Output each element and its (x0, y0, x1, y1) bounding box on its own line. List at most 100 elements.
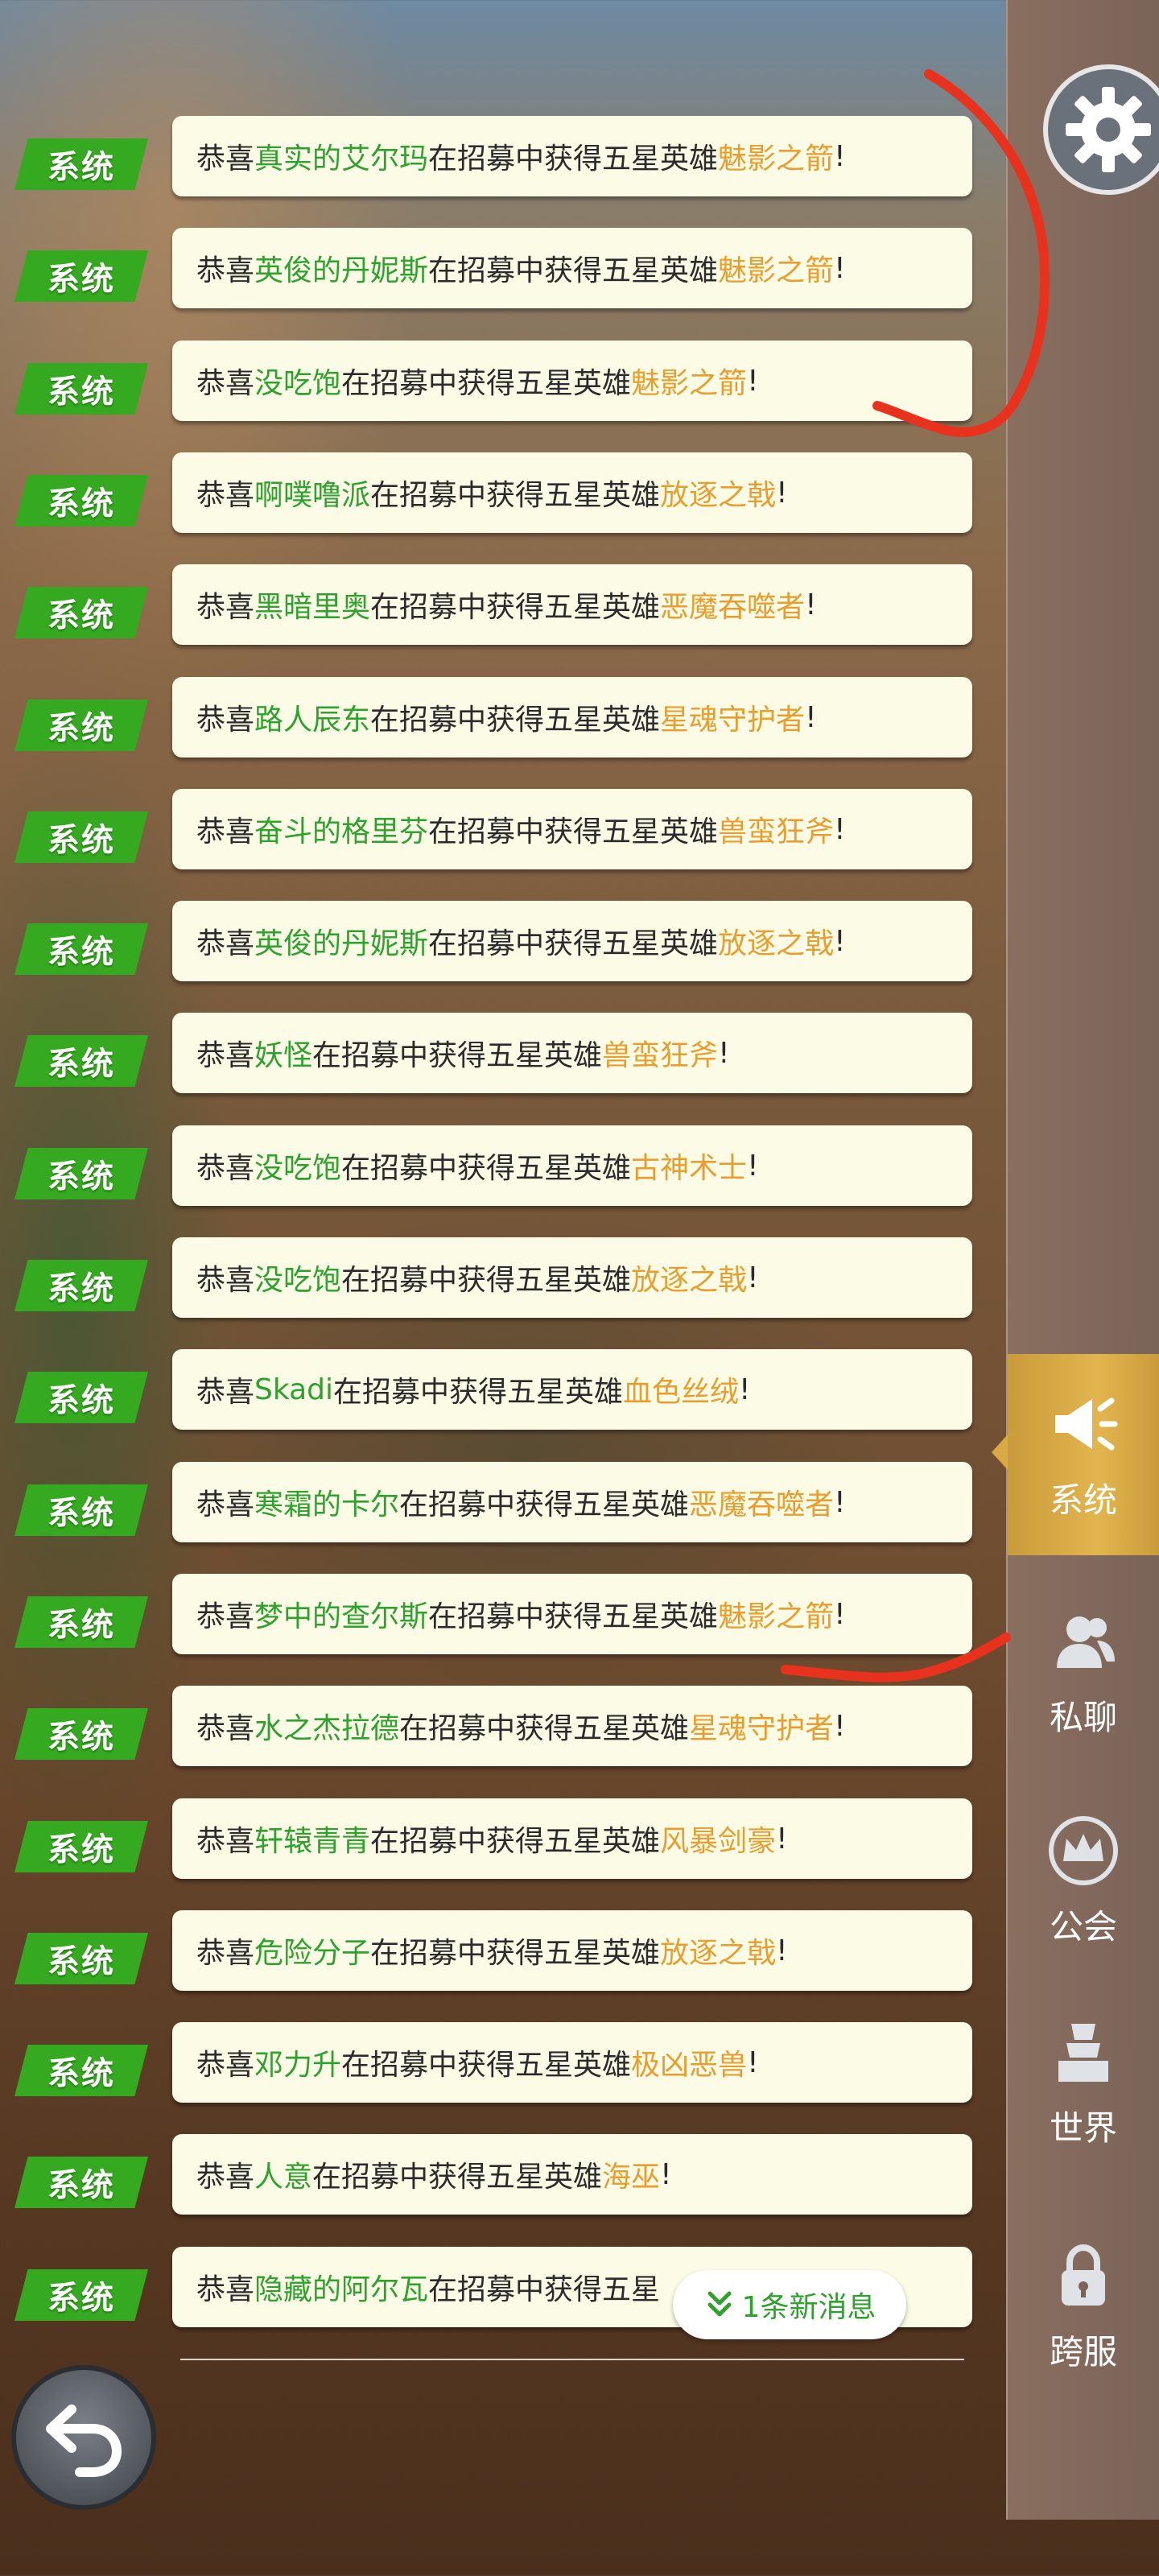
system-tag: 系统 (14, 2269, 148, 2321)
message-text: 在招募中获得五星英雄 (341, 2049, 632, 2082)
message-text: 在招募中获得五星英雄 (312, 2161, 603, 2194)
message-bubble: 恭喜 邓力升 在招募中获得五星英雄 极凶恶兽! (172, 2022, 972, 2103)
chat-message-row: 系统 恭喜 邓力升 在招募中获得五星英雄 极凶恶兽! (0, 2017, 998, 2106)
message-suffix: ! (805, 700, 817, 734)
message-text: 在招募中获得五星英雄 (341, 367, 632, 400)
hero-name-link[interactable]: 星魂守护者 (660, 696, 805, 738)
tab-guild[interactable]: 公会 (1008, 1781, 1159, 1982)
player-name-link[interactable]: 英俊的丹妮斯 (254, 920, 428, 962)
player-name-link[interactable]: 啊噗噜派 (254, 472, 370, 514)
system-tag: 系统 (14, 923, 148, 975)
message-bubble: 恭喜 妖怪 在招募中获得五星英雄 兽蛮狂斧! (172, 1013, 972, 1093)
hero-name-link[interactable]: 魅影之箭 (718, 247, 834, 289)
hero-name-link[interactable]: 恶魔吞噬者 (660, 584, 805, 625)
chat-message-row: 系统 恭喜 奋斗的格里芬 在招募中获得五星英雄 兽蛮狂斧! (0, 784, 998, 873)
tab-world[interactable]: 世界 (1008, 1982, 1159, 2183)
message-prefix: 恭喜 (196, 1825, 255, 1858)
player-name-link[interactable]: 奋斗的格里芬 (254, 808, 428, 850)
message-prefix: 恭喜 (196, 1264, 255, 1297)
tab-cross-server[interactable]: 跨服 (1008, 2206, 1159, 2407)
tab-private-chat-label: 私聊 (1049, 1697, 1117, 1737)
message-prefix: 恭喜 (196, 367, 255, 400)
message-bubble: 恭喜 英俊的丹妮斯 在招募中获得五星英雄 魅影之箭! (172, 228, 972, 308)
player-name-link[interactable]: 危险分子 (254, 1930, 370, 1971)
message-suffix: ! (739, 1373, 751, 1406)
message-bubble: 恭喜 Skadi 在招募中获得五星英雄 血色丝绒! (172, 1349, 972, 1430)
chat-message-row: 系统 恭喜 啊噗噜派 在招募中获得五星英雄 放逐之戟! (0, 448, 998, 536)
message-suffix: ! (776, 1822, 788, 1856)
message-prefix: 恭喜 (196, 704, 255, 737)
chat-message-row: 系统 恭喜 没吃饱 在招募中获得五星英雄 古神术士! (0, 1121, 998, 1209)
hero-name-link[interactable]: 魅影之箭 (718, 135, 834, 177)
hero-name-link[interactable]: 古神术士 (631, 1145, 747, 1187)
tab-guild-label: 公会 (1049, 1906, 1117, 1946)
system-tag: 系统 (14, 475, 148, 526)
system-tag: 系统 (14, 1708, 148, 1760)
system-tag: 系统 (14, 700, 148, 751)
player-name-link[interactable]: 水之杰拉德 (254, 1705, 399, 1747)
message-bubble: 恭喜 人意 在招募中获得五星英雄 海巫! (172, 2134, 972, 2215)
system-tag: 系统 (14, 2045, 148, 2096)
chat-message-row: 系统 恭喜 英俊的丹妮斯 在招募中获得五星英雄 魅影之箭! (0, 223, 998, 312)
hero-name-link[interactable]: 血色丝绒 (623, 1368, 739, 1410)
message-bubble: 恭喜 啊噗噜派 在招募中获得五星英雄 放逐之戟! (172, 452, 972, 533)
message-text: 在招募中获得五星英雄 (428, 927, 719, 960)
back-button[interactable] (11, 2365, 156, 2510)
message-text: 在招募中获得五星英雄 (428, 254, 719, 287)
player-name-link[interactable]: 没吃饱 (254, 1257, 341, 1298)
message-prefix: 恭喜 (196, 142, 255, 175)
settings-button[interactable] (1041, 63, 1159, 196)
player-name-link[interactable]: Skadi (254, 1373, 333, 1406)
chat-message-row: 系统 恭喜 真实的艾尔玛 在招募中获得五星英雄 魅影之箭! (0, 111, 998, 200)
hero-name-link[interactable]: 海巫 (602, 2153, 660, 2195)
player-name-link[interactable]: 真实的艾尔玛 (254, 135, 428, 177)
hero-name-link[interactable]: 放逐之戟 (660, 1930, 776, 1971)
player-name-link[interactable]: 英俊的丹妮斯 (254, 247, 428, 289)
hero-name-link[interactable]: 魅影之箭 (631, 360, 747, 402)
message-suffix: ! (776, 1934, 788, 1967)
hero-name-link[interactable]: 极凶恶兽 (631, 2041, 747, 2083)
message-text: 在招募中获得五星英雄 (428, 815, 719, 848)
player-name-link[interactable]: 妖怪 (254, 1032, 312, 1074)
hero-name-link[interactable]: 兽蛮狂斧 (718, 808, 834, 850)
player-name-link[interactable]: 寒霜的卡尔 (254, 1481, 399, 1523)
hero-name-link[interactable]: 放逐之戟 (718, 920, 834, 962)
player-name-link[interactable]: 轩辕青青 (254, 1818, 370, 1860)
system-tag: 系统 (14, 587, 148, 638)
message-text: 在招募中获得五星英雄 (341, 1264, 632, 1297)
hero-name-link[interactable]: 放逐之戟 (631, 1257, 747, 1298)
message-prefix: 恭喜 (196, 1376, 255, 1409)
tab-system[interactable]: 系统 (992, 1354, 1159, 1555)
hero-name-link[interactable]: 魅影之箭 (718, 1593, 834, 1635)
player-name-link[interactable]: 路人辰东 (254, 696, 370, 738)
message-bubble: 恭喜 梦中的查尔斯 在招募中获得五星英雄 魅影之箭! (172, 1574, 972, 1654)
tab-private-chat[interactable]: 私聊 (1008, 1571, 1159, 1773)
new-message-button[interactable]: 1条新消息 (673, 2270, 906, 2339)
message-bubble: 恭喜 路人辰东 在招募中获得五星英雄 星魂守护者! (172, 677, 972, 758)
hero-name-link[interactable]: 恶魔吞噬者 (689, 1481, 834, 1523)
hero-name-link[interactable]: 放逐之戟 (660, 472, 776, 514)
hero-name-link[interactable]: 星魂守护者 (689, 1705, 834, 1747)
hero-name-link[interactable]: 兽蛮狂斧 (602, 1032, 718, 1074)
player-name-link[interactable]: 隐藏的阿尔瓦 (254, 2266, 428, 2308)
player-name-link[interactable]: 人意 (254, 2153, 312, 2195)
player-name-link[interactable]: 梦中的查尔斯 (254, 1593, 428, 1635)
chat-message-row: 系统 恭喜 危险分子 在招募中获得五星英雄 放逐之戟! (0, 1905, 998, 1994)
player-name-link[interactable]: 没吃饱 (254, 360, 341, 402)
message-prefix: 恭喜 (196, 1712, 255, 1745)
message-prefix: 恭喜 (196, 927, 255, 960)
player-name-link[interactable]: 邓力升 (254, 2041, 341, 2083)
chat-message-list[interactable]: 系统 恭喜 真实的艾尔玛 在招募中获得五星英雄 魅影之箭! 系统 恭喜 英俊的丹妮斯 在招募中获… (0, 0, 998, 2576)
chat-message-row: 系统 恭喜 妖怪 在招募中获得五星英雄 兽蛮狂斧! (0, 1008, 998, 1096)
message-prefix: 恭喜 (196, 1152, 255, 1185)
system-tag: 系统 (14, 138, 148, 190)
chat-message-row: 系统 恭喜 水之杰拉德 在招募中获得五星英雄 星魂守护者! (0, 1681, 998, 1769)
hero-name-link[interactable]: 风暴剑豪 (660, 1818, 776, 1860)
message-bubble: 恭喜 没吃饱 在招募中获得五星英雄 古神术士! (172, 1125, 972, 1206)
chat-message-row: 系统 恭喜 梦中的查尔斯 在招募中获得五星英雄 魅影之箭! (0, 1569, 998, 1657)
player-name-link[interactable]: 没吃饱 (254, 1145, 341, 1187)
message-bubble: 恭喜 英俊的丹妮斯 在招募中获得五星英雄 放逐之戟! (172, 901, 972, 981)
message-suffix: ! (747, 2046, 759, 2079)
player-name-link[interactable]: 黑暗里奥 (254, 584, 370, 625)
message-suffix: ! (660, 2157, 672, 2191)
